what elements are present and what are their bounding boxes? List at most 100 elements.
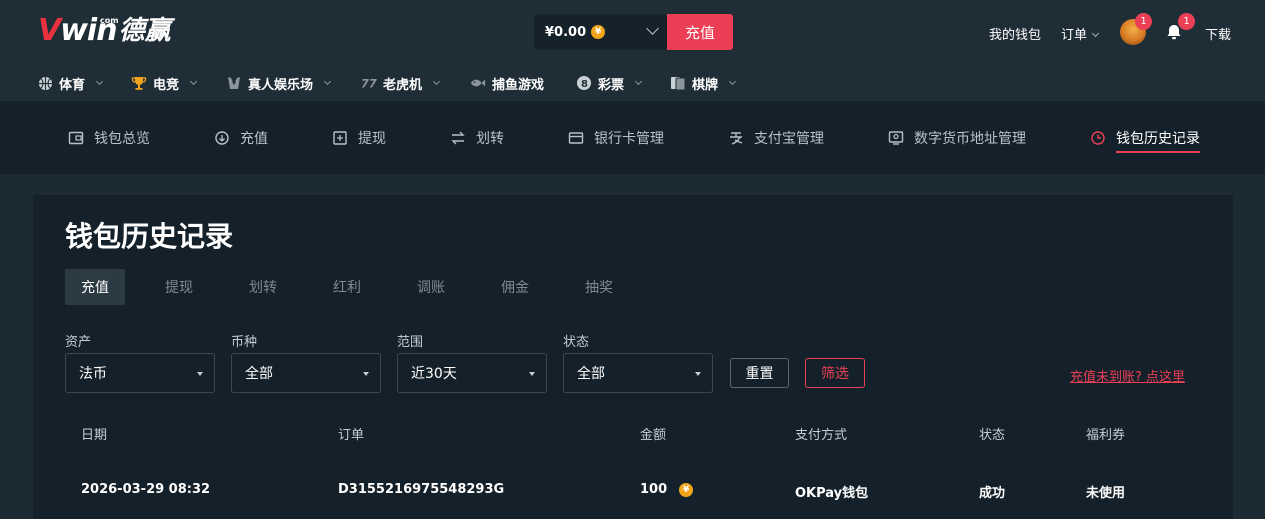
subnav-item-deposit[interactable]: 充值 [214, 127, 268, 149]
caret-down-icon [363, 372, 369, 376]
orders-label: 订单 [1061, 28, 1088, 43]
chevron-down-icon [95, 77, 104, 85]
nav-item-live-casino[interactable]: 真人娱乐场 [226, 70, 332, 96]
yuan-coin-icon: ¥ [591, 25, 606, 39]
withdraw-icon [333, 131, 347, 145]
subnav-item-transfer[interactable]: 划转 [450, 127, 504, 149]
subnav-item-crypto-address[interactable]: 数字货币地址管理 [888, 127, 1026, 149]
cell-order[interactable]: D3155216975548293G [338, 482, 504, 497]
nav-label: 真人娱乐场 [248, 77, 314, 93]
cell-date: 2026-03-29 08:32 [81, 482, 211, 497]
col-status: 状态 [979, 428, 1006, 443]
status-value: 全部 [577, 366, 605, 382]
nav-label: 彩票 [598, 77, 625, 93]
subnav-label: 银行卡管理 [594, 131, 664, 147]
subnav-label: 数字货币地址管理 [914, 131, 1026, 147]
subnav-item-bank-card[interactable]: 银行卡管理 [568, 127, 664, 149]
subnav-item-wallet-history[interactable]: 钱包历史记录 [1090, 127, 1200, 153]
subnav-item-wallet-overview[interactable]: 钱包总览 [68, 127, 150, 149]
trophy-icon [131, 75, 147, 91]
slot-icon: 777 [361, 75, 377, 91]
amount-value: 100 [640, 482, 668, 497]
active-underline [1116, 151, 1200, 153]
recharge-button[interactable]: 充值 [667, 14, 733, 50]
col-date: 日期 [81, 428, 108, 443]
chevron-down-icon [646, 22, 659, 35]
asset-select[interactable]: 法币 [65, 353, 215, 393]
asset-value: 法币 [79, 366, 107, 382]
avatar-badge: 1 [1135, 13, 1152, 30]
subnav-item-withdraw[interactable]: 提现 [332, 127, 386, 149]
tab-deposit[interactable]: 充值 [65, 269, 125, 305]
nav-item-cards[interactable]: 棋牌 [670, 70, 737, 96]
crypto-address-icon [888, 131, 904, 145]
svg-text:777: 777 [361, 78, 377, 90]
nav-label: 老虎机 [383, 77, 423, 93]
fish-icon [470, 75, 486, 91]
col-amount: 金额 [640, 428, 667, 443]
my-wallet-link[interactable]: 我的钱包 [989, 24, 1041, 43]
caret-down-icon [197, 372, 203, 376]
reset-button[interactable]: 重置 [730, 358, 789, 388]
col-coupon: 福利券 [1086, 428, 1126, 443]
tab-adjustment[interactable]: 调账 [401, 269, 461, 305]
download-link[interactable]: 下载 [1205, 24, 1231, 43]
filter-button[interactable]: 筛选 [805, 358, 865, 388]
caret-down-icon [529, 372, 535, 376]
notification-badge: 1 [1178, 13, 1195, 30]
nav-label: 电竞 [153, 77, 180, 93]
logo-v: V [38, 13, 61, 48]
cell-payment-method: OKPay钱包 [795, 486, 869, 501]
top-bar: Vwin com 德赢 ¥0.00 ¥ 充值 我的钱包 订单 1 1 下载 体育 电… [0, 0, 1265, 101]
wallet-icon [68, 131, 84, 145]
logo-com: com [100, 16, 119, 25]
chevron-down-icon [323, 77, 332, 85]
currency-value: 全部 [245, 366, 273, 382]
chevron-down-icon [1091, 29, 1100, 38]
brand-logo[interactable]: Vwin com 德赢 [38, 14, 171, 48]
nav-item-lottery[interactable]: 8 彩票 [576, 70, 643, 96]
history-panel: 钱包历史记录 充值 提现 划转 红利 调账 佣金 抽奖 资产 币种 范围 状态 … [33, 195, 1233, 519]
alipay-icon [730, 132, 743, 145]
nav-item-esports[interactable]: 电竞 [131, 70, 198, 96]
basketball-icon [37, 75, 53, 91]
cell-amount: 100 ¥ [640, 482, 694, 497]
subnav-label: 提现 [358, 131, 386, 147]
nav-item-slots[interactable]: 777 老虎机 [361, 70, 441, 96]
caret-down-icon [695, 372, 701, 376]
chevron-down-icon [432, 77, 441, 85]
status-select[interactable]: 全部 [563, 353, 713, 393]
nav-item-fishing[interactable]: 捕鱼游戏 [470, 70, 544, 96]
chevron-down-icon [634, 77, 643, 85]
chevron-down-icon [189, 77, 198, 85]
tab-transfer[interactable]: 划转 [233, 269, 293, 305]
subnav-label: 钱包历史记录 [1116, 131, 1200, 147]
logo-cn: 德赢 [118, 16, 171, 46]
nav-label: 体育 [59, 77, 86, 93]
nav-label: 捕鱼游戏 [492, 77, 545, 93]
dealer-icon [226, 75, 242, 91]
balance-selector[interactable]: ¥0.00 ¥ [534, 14, 667, 50]
deposit-help-link[interactable]: 充值未到账? 点这里 [1070, 366, 1185, 385]
range-select[interactable]: 近30天 [397, 353, 547, 393]
subnav-item-alipay[interactable]: 支付宝管理 [728, 127, 824, 149]
subnav-label: 支付宝管理 [754, 131, 824, 147]
currency-label: 币种 [231, 335, 258, 350]
status-label: 状态 [563, 335, 590, 350]
subnav-label: 充值 [240, 131, 268, 147]
tab-bonus[interactable]: 红利 [317, 269, 377, 305]
main-nav: 体育 电竞 真人娱乐场 777 老虎机 捕鱼游戏 8 彩票 棋牌 [0, 70, 1265, 96]
currency-select[interactable]: 全部 [231, 353, 381, 393]
col-payment-method: 支付方式 [795, 428, 848, 443]
tab-lucky-draw[interactable]: 抽奖 [569, 269, 629, 305]
range-value: 近30天 [411, 366, 457, 382]
tab-commission[interactable]: 佣金 [485, 269, 545, 305]
wallet-subnav: 钱包总览 充值 提现 划转 银行卡管理 支付宝管理 数字货币地址管理 钱包历史记… [0, 101, 1265, 174]
cards-icon [670, 75, 686, 91]
lottery-ball-icon: 8 [576, 75, 592, 91]
cell-status: 成功 [979, 486, 1006, 501]
chevron-down-icon [728, 77, 737, 85]
tab-withdraw[interactable]: 提现 [149, 269, 209, 305]
orders-menu[interactable]: 订单 [1061, 24, 1100, 43]
nav-item-sports[interactable]: 体育 [37, 70, 104, 96]
